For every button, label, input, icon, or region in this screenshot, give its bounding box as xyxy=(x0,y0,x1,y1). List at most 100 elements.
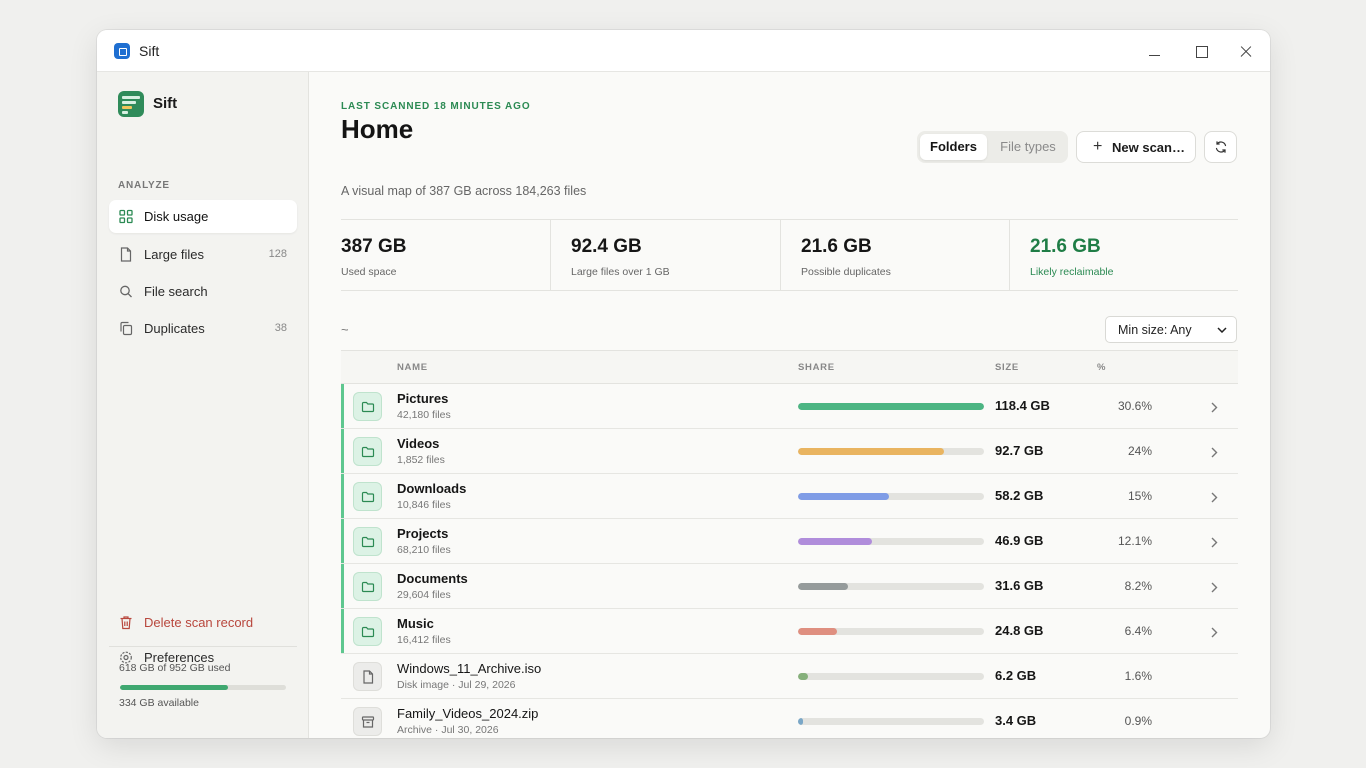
share-bar xyxy=(798,673,984,680)
min-size-value: Min size: Any xyxy=(1118,323,1192,337)
row-percent: 24% xyxy=(1127,444,1152,458)
row-name: Downloads xyxy=(397,481,467,496)
chevron-right-icon[interactable] xyxy=(1211,580,1218,598)
new-scan-label: New scan… xyxy=(1112,140,1185,155)
row-percent: 8.2% xyxy=(1124,579,1152,593)
table-body: Pictures 42,180 files 118.4 GB 30.6% Videos 1… xyxy=(341,384,1238,738)
share-bar xyxy=(798,718,984,725)
row-percent: 30.6% xyxy=(1117,399,1152,413)
chevron-right-icon[interactable] xyxy=(1211,535,1218,553)
row-meta: 29,604 files xyxy=(397,589,451,601)
share-bar xyxy=(798,493,984,500)
delete-scan-record-button[interactable]: Delete scan record xyxy=(109,606,297,639)
table-row[interactable]: Music 16,412 files 24.8 GB 6.4% xyxy=(341,609,1238,654)
table-header: NAME SHARE SIZE % xyxy=(341,350,1238,384)
sidebar-item-large-files[interactable]: Large files 128 xyxy=(109,238,297,271)
column-header-size[interactable]: SIZE xyxy=(995,362,1019,373)
folder-icon xyxy=(353,527,382,556)
row-meta: 10,846 files xyxy=(397,499,451,511)
storage-bar xyxy=(120,685,286,690)
trash-icon xyxy=(120,616,132,630)
search-icon xyxy=(120,285,132,298)
folder-icon xyxy=(353,437,382,466)
column-header-name[interactable]: NAME xyxy=(397,362,428,373)
refresh-button[interactable] xyxy=(1204,131,1237,163)
stat-value: 21.6 GB xyxy=(801,236,872,257)
table-row[interactable]: Windows_11_Archive.iso Disk image · Jul 2… xyxy=(341,654,1238,699)
row-name: Pictures xyxy=(397,391,449,406)
view-segmented-control: Folders File types xyxy=(917,131,1068,163)
row-size: 31.6 GB xyxy=(995,578,1044,593)
column-header-share[interactable]: SHARE xyxy=(798,362,835,373)
row-size: 118.4 GB xyxy=(995,398,1050,413)
file-icon xyxy=(120,247,132,262)
table-row[interactable]: Projects 68,210 files 46.9 GB 12.1% xyxy=(341,519,1238,564)
share-bar xyxy=(798,403,984,410)
sift-logo-icon xyxy=(118,91,144,117)
document-icon xyxy=(353,662,382,691)
sidebar-item-count: 128 xyxy=(268,248,287,260)
share-bar xyxy=(798,628,984,635)
grid-icon xyxy=(119,209,133,224)
stat-value: 387 GB xyxy=(341,236,407,257)
row-meta: 42,180 files xyxy=(397,409,451,421)
plus-icon: + xyxy=(1093,138,1103,155)
chevron-right-icon[interactable] xyxy=(1211,445,1218,463)
close-button[interactable] xyxy=(1234,40,1258,62)
new-scan-button[interactable]: + New scan… xyxy=(1076,131,1196,163)
sidebar-item-file-search[interactable]: File search xyxy=(109,275,297,308)
row-meta: Archive · Jul 30, 2026 xyxy=(397,724,499,736)
page-title: Home xyxy=(341,114,414,144)
row-name: Windows_11_Archive.iso xyxy=(397,661,542,676)
storage-summary: 618 GB of 952 GB used 334 GB available xyxy=(109,646,297,738)
stat-value: 21.6 GB xyxy=(1030,236,1101,257)
storage-available-text: 334 GB available xyxy=(119,697,199,709)
maximize-button[interactable] xyxy=(1189,40,1213,62)
table-row[interactable]: Pictures 42,180 files 118.4 GB 30.6% xyxy=(341,384,1238,429)
share-bar xyxy=(798,448,984,455)
table-row[interactable]: Family_Videos_2024.zip Archive · Jul 30, … xyxy=(341,699,1238,738)
row-percent: 0.9% xyxy=(1124,714,1152,728)
app-icon xyxy=(114,43,130,59)
archive-icon xyxy=(353,707,382,736)
storage-used-text: 618 GB of 952 GB used xyxy=(119,662,231,674)
sidebar-item-label: Delete scan record xyxy=(144,615,254,630)
table-row[interactable]: Videos 1,852 files 92.7 GB 24% xyxy=(341,429,1238,474)
last-scanned-label: LAST SCANNED 18 MINUTES AGO xyxy=(341,101,531,112)
folder-icon xyxy=(353,392,382,421)
section-label-analyze: ANALYZE xyxy=(118,180,170,191)
table-row[interactable]: Documents 29,604 files 31.6 GB 8.2% xyxy=(341,564,1238,609)
folder-icon xyxy=(353,617,382,646)
folder-table: NAME SHARE SIZE % Pictures 42,180 files 11… xyxy=(341,350,1238,738)
tab-file-types[interactable]: File types xyxy=(991,134,1065,160)
column-header-percent[interactable]: % xyxy=(1097,362,1106,373)
row-name: Projects xyxy=(397,526,449,541)
breadcrumb[interactable]: ~ xyxy=(341,322,349,337)
tab-folders[interactable]: Folders xyxy=(920,134,987,160)
share-bar-fill xyxy=(798,583,848,590)
sidebar-item-disk-usage[interactable]: Disk usage xyxy=(109,200,297,233)
chevron-right-icon[interactable] xyxy=(1211,490,1218,508)
row-size: 6.2 GB xyxy=(995,668,1037,683)
table-row[interactable]: Downloads 10,846 files 58.2 GB 15% xyxy=(341,474,1238,519)
row-percent: 1.6% xyxy=(1124,669,1152,683)
window-title: Sift xyxy=(139,43,160,59)
stat-label: Possible duplicates xyxy=(801,266,891,278)
app-window: Sift Sift ANALYZE Disk usage Large files… xyxy=(97,30,1270,738)
stat-label: Large files over 1 GB xyxy=(571,266,670,278)
app-name: Sift xyxy=(153,95,178,112)
share-bar-fill xyxy=(798,403,984,410)
min-size-select[interactable]: Min size: Any xyxy=(1105,316,1237,343)
chevron-right-icon[interactable] xyxy=(1211,625,1218,643)
chevron-right-icon[interactable] xyxy=(1211,400,1218,418)
row-percent: 12.1% xyxy=(1117,534,1152,548)
share-bar-fill xyxy=(798,718,804,725)
row-meta: 68,210 files xyxy=(397,544,451,556)
sidebar-item-duplicates[interactable]: Duplicates 38 xyxy=(109,312,297,345)
row-size: 92.7 GB xyxy=(995,443,1044,458)
share-bar-fill xyxy=(798,673,808,680)
minimize-button[interactable] xyxy=(1143,40,1167,62)
sidebar-item-label: File search xyxy=(144,284,208,299)
stat-large-files: 92.4 GB Large files over 1 GB xyxy=(550,220,780,290)
stat-value: 92.4 GB xyxy=(571,236,642,257)
